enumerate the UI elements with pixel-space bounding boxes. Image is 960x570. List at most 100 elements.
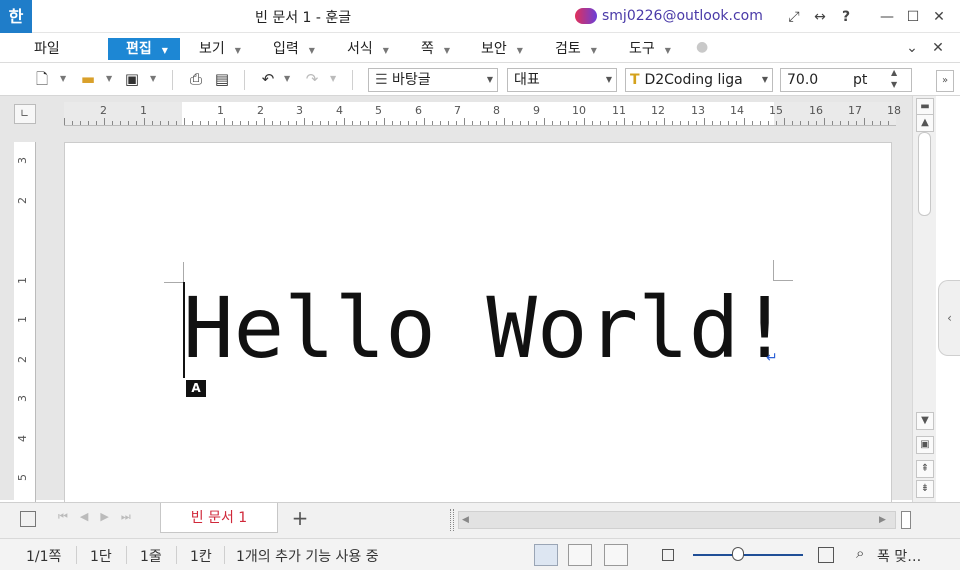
ruler-tick <box>128 121 129 125</box>
menu-bar: 파일 편집 ▼ 보기 ▼ 입력 ▼ 서식 ▼ 쪽 ▼ 보안 ▼ 검토 ▼ 도구 ▼ ● ⌄ ✕ <box>0 33 960 63</box>
scroll-down-button[interactable]: ▼ <box>916 412 934 430</box>
chevron-down-icon[interactable]: ▼ <box>150 68 156 90</box>
horizontal-ruler[interactable]: 2 1 1 2 3 4 5 6 7 8 9 10 11 12 13 14 15 16 17 18 <box>64 102 901 126</box>
menu-security[interactable]: 보안 ▼ <box>475 38 529 60</box>
share-icon[interactable]: ● <box>696 39 716 57</box>
ruler-tick <box>400 121 401 125</box>
vertical-scrollbar[interactable]: ▬ ▲ ▼ ▣ ⇞ ⇟ <box>912 96 936 502</box>
style-icon: ☰ <box>375 72 393 88</box>
ruler-tick <box>848 121 849 125</box>
ruler-tick <box>376 121 377 125</box>
next-page-button[interactable]: ⇟ <box>916 480 934 498</box>
toolbar: 🗋 ▼ ▬ ▼ ▣ ▼ ⎙ ▤ ↶ ▼ ↷ ▼ ☰ 바탕글 ▼ 대표 ▼ T D2C… <box>0 63 960 96</box>
account-button[interactable]: smj0226@outlook.com <box>575 6 763 26</box>
maximize-button[interactable]: ☐ <box>904 8 922 26</box>
menu-format[interactable]: 서식 ▼ <box>341 38 395 60</box>
chevron-down-icon[interactable]: ▼ <box>60 68 66 90</box>
zoom-in-icon[interactable] <box>818 547 834 563</box>
ruler-number: 12 <box>651 104 665 117</box>
paragraph-style-select[interactable]: ☰ 바탕글 ▼ <box>368 68 498 92</box>
view-page-button[interactable] <box>534 544 558 566</box>
help-button[interactable]: ? <box>837 8 855 26</box>
ruler-tick <box>472 121 473 125</box>
language-select[interactable]: 대표 ▼ <box>507 68 617 92</box>
minimize-button[interactable]: — <box>878 8 896 26</box>
menu-insert[interactable]: 입력 ▼ <box>267 38 321 60</box>
scroll-left-button[interactable]: ◀ <box>462 512 469 528</box>
chevron-down-icon: ▼ <box>443 46 451 55</box>
fullscreen-icon[interactable]: ⤢ <box>785 8 803 26</box>
close-doc-button[interactable]: ✕ <box>929 39 947 57</box>
ruler-number: 2 <box>16 197 29 204</box>
ruler-tick <box>456 121 457 125</box>
zoom-out-icon[interactable] <box>662 549 674 561</box>
menu-review[interactable]: 검토 ▼ <box>549 38 603 60</box>
preview-icon[interactable]: ▤ <box>210 68 234 90</box>
prev-page-button[interactable]: ⇞ <box>916 460 934 478</box>
ruler-tick <box>176 121 177 125</box>
redo-icon[interactable]: ↷ <box>300 68 324 90</box>
new-doc-icon[interactable]: 🗋 <box>30 68 54 90</box>
font-select[interactable]: T D2Coding liga ▼ <box>625 68 773 92</box>
close-button[interactable]: ✕ <box>930 8 948 26</box>
scroll-right-button[interactable]: ▶ <box>879 512 886 528</box>
menu-file[interactable]: 파일 <box>28 38 66 60</box>
menu-view[interactable]: 보기 ▼ <box>193 38 247 60</box>
split-vertical-icon[interactable] <box>901 511 911 529</box>
ruler-tick <box>520 121 521 125</box>
add-tab-button[interactable]: + <box>282 507 318 531</box>
tab-nav-icons[interactable]: ⏮◀▶⏭ <box>58 510 143 524</box>
font-size-field[interactable]: 70.0 pt ▲ ▼ <box>780 68 912 92</box>
search-icon[interactable]: ⌕ <box>856 544 864 562</box>
ruler-tick <box>576 121 577 125</box>
ruler-tick <box>592 121 593 125</box>
language-value: 대표 <box>514 72 540 88</box>
ruler-tick <box>728 121 729 125</box>
split-handle[interactable] <box>450 509 454 531</box>
save-icon[interactable]: ▣ <box>120 68 144 90</box>
chevron-down-icon[interactable]: ▼ <box>106 68 112 90</box>
ruler-number: 16 <box>809 104 823 117</box>
status-addons[interactable]: 1개의 추가 기능 사용 중 <box>236 546 379 566</box>
horizontal-scrollbar[interactable]: ◀ ▶ <box>458 511 896 529</box>
collapse-ribbon-icon[interactable]: ⌄ <box>903 39 921 57</box>
status-divider <box>224 546 225 564</box>
sidebar-expand-handle[interactable]: ‹ <box>938 280 960 356</box>
tab-document[interactable]: 빈 문서 1 <box>160 503 278 533</box>
tab-stop-selector[interactable]: ∟ <box>14 104 36 124</box>
size-stepper-icon[interactable]: ▲ ▼ <box>891 67 897 91</box>
zoom-slider-track[interactable] <box>693 554 803 556</box>
zoom-slider-thumb[interactable] <box>732 547 744 561</box>
menu-page[interactable]: 쪽 ▼ <box>415 38 456 60</box>
view-full-button[interactable] <box>604 544 628 566</box>
scroll-thumb[interactable] <box>918 132 931 216</box>
zoom-fit-label[interactable]: 폭 맞… <box>877 546 921 566</box>
scroll-up-button[interactable]: ▲ <box>916 114 934 132</box>
fit-page-icon[interactable]: ▣ <box>916 436 934 454</box>
ruler-tick <box>416 121 417 125</box>
text-cursor <box>183 282 185 378</box>
print-icon[interactable]: ⎙ <box>184 68 208 90</box>
menu-label: 보안 <box>481 41 507 57</box>
chevron-down-icon: ▼ <box>234 46 241 55</box>
document-text[interactable]: Hello World! <box>183 280 790 376</box>
status-page[interactable]: 1/1쪽 <box>26 546 61 566</box>
menu-tools[interactable]: 도구 ▼ <box>623 38 677 60</box>
open-folder-icon[interactable]: ▬ <box>76 68 100 90</box>
view-width-button[interactable] <box>568 544 592 566</box>
vertical-ruler[interactable]: 3 2 1 1 2 3 4 5 <box>14 142 36 502</box>
ruler-tick <box>368 121 369 125</box>
status-bar: 1/1쪽 1단 1줄 1칸 1개의 추가 기능 사용 중 ⌕ 폭 맞… <box>0 538 960 570</box>
ruler-tick <box>760 121 761 125</box>
chevron-down-icon[interactable]: ▼ <box>284 68 290 90</box>
ruler-tick <box>240 121 241 125</box>
app-logo[interactable]: 한 <box>0 0 32 33</box>
ribbon-toggle-icon[interactable]: ↔ <box>811 8 829 26</box>
menu-edit[interactable]: 편집 ▼ <box>108 38 180 60</box>
chevron-down-icon[interactable]: ▼ <box>330 68 336 90</box>
toolbar-expand-icon[interactable]: » <box>936 70 954 92</box>
tab-list-icon[interactable] <box>20 511 36 527</box>
ruler-tick <box>776 121 777 125</box>
undo-icon[interactable]: ↶ <box>256 68 280 90</box>
ruler-number: 6 <box>415 104 422 117</box>
